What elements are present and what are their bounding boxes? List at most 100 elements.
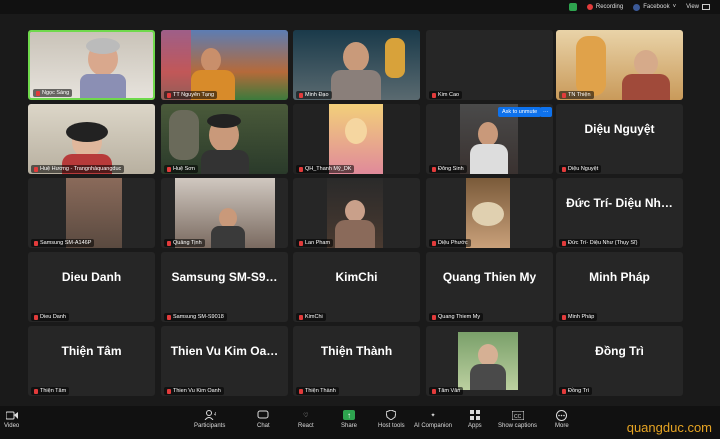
participant-display-name: Diệu Nguyệt — [584, 122, 655, 136]
participant-name: Huệ Hương - Trangnhàquangduc — [31, 165, 125, 173]
mic-muted-icon — [432, 240, 436, 246]
video-feed — [556, 30, 683, 100]
participant-tile[interactable]: Tâm Vân — [426, 326, 553, 396]
video-feed — [161, 30, 288, 100]
participant-display-name: Thien Vu Kim Oa… — [170, 344, 279, 358]
mic-muted-icon — [34, 166, 38, 172]
participant-name: Diệu Nguyệt — [559, 165, 602, 173]
participant-tile[interactable]: Huệ Sơn — [161, 104, 288, 174]
participant-name: KimChi — [296, 313, 326, 321]
meeting-toolbar: Video 45 Participants Chat ♡ React ↑ Sha… — [0, 406, 720, 439]
participant-tile[interactable]: Samsung SM-A146P — [28, 178, 155, 248]
participant-tile[interactable]: TT Nguyên Tạng — [161, 30, 288, 100]
participant-tile[interactable]: TN Thiện — [556, 30, 683, 100]
participant-tile[interactable]: QH_Thanh Mỹ_DK — [293, 104, 420, 174]
participant-tile[interactable]: Đức Trí- Diệu Nh… Đức Trí- Diệu Như (Thụ… — [556, 178, 683, 248]
mic-muted-icon — [432, 388, 436, 394]
mic-muted-icon — [299, 388, 303, 394]
participants-icon: 45 — [204, 410, 216, 420]
mic-muted-icon — [432, 92, 436, 98]
participant-tile[interactable]: Thiện Tâm Thiện Tâm — [28, 326, 155, 396]
mic-muted-icon — [562, 388, 566, 394]
participant-tile[interactable]: Quảng Tịnh — [161, 178, 288, 248]
mic-muted-icon — [562, 166, 566, 172]
heart-icon: ♡ — [303, 412, 309, 419]
video-grid: Ngọc Sáng TT Nguyên Tạng Minh Đạo Kim Ca… — [0, 0, 720, 405]
participant-name: TT Nguyên Tạng — [164, 91, 218, 99]
participant-display-name: Đức Trí- Diệu Nh… — [566, 196, 673, 210]
participant-tile[interactable]: Quang Thien My Quang Thiem My — [426, 252, 553, 322]
svg-text:CC: CC — [514, 414, 522, 420]
video-feed — [293, 104, 420, 174]
mic-muted-icon — [562, 240, 566, 246]
participant-display-name: Thiện Tâm — [61, 344, 122, 358]
participants-button[interactable]: 45 Participants — [194, 410, 225, 429]
chat-button[interactable]: Chat — [257, 410, 270, 429]
mic-muted-icon — [167, 166, 171, 172]
show-captions-button[interactable]: CC Show captions — [498, 410, 537, 429]
mic-muted-icon — [34, 388, 38, 394]
ask-to-unmute-button[interactable]: Ask to unmute — [498, 107, 542, 117]
video-feed — [327, 178, 383, 248]
participant-name: Đức Trí- Diệu Như (Thụy Sĩ) — [559, 239, 641, 247]
participant-name: Samsung SM-S9018 — [164, 313, 227, 321]
participant-name: Đông Sinh — [429, 165, 467, 173]
mic-muted-icon — [432, 314, 436, 320]
participant-tile[interactable]: Samsung SM-S9… Samsung SM-S9018 — [161, 252, 288, 322]
mic-muted-icon — [167, 92, 171, 98]
participant-tile[interactable]: Lan Pham — [293, 178, 420, 248]
participant-tile[interactable]: Kim Cao — [426, 30, 553, 100]
participant-name: Dieu Danh — [31, 313, 69, 321]
participant-tile[interactable]: Dieu Danh Dieu Danh — [28, 252, 155, 322]
participant-tile[interactable]: Diệu Nguyệt Diệu Nguyệt — [556, 104, 683, 174]
mic-muted-icon — [36, 90, 40, 96]
mic-muted-icon — [562, 314, 566, 320]
participant-name: Quang Thiem My — [429, 313, 484, 321]
mic-muted-icon — [562, 92, 566, 98]
react-button[interactable]: ♡ React — [298, 410, 314, 430]
participant-tile[interactable]: Đồng Trì Đồng Trì — [556, 326, 683, 396]
participant-name: Ngọc Sáng — [33, 89, 73, 97]
tile-more-options-button[interactable]: ··· — [540, 107, 552, 117]
participant-tile[interactable]: Minh Đạo — [293, 30, 420, 100]
share-button[interactable]: ↑ Share — [341, 410, 357, 429]
video-feed — [66, 178, 122, 248]
host-tools-button[interactable]: Host tools — [378, 410, 405, 429]
participant-name: Minh Pháp — [559, 313, 598, 321]
video-feed — [458, 332, 518, 390]
mic-muted-icon — [34, 240, 38, 246]
participant-name: Kim Cao — [429, 91, 463, 99]
participant-tile[interactable]: Ngọc Sáng — [28, 30, 155, 100]
watermark: quangduc.com — [626, 420, 712, 435]
participant-tile[interactable]: Diệu Phước — [426, 178, 553, 248]
participant-display-name: Minh Pháp — [589, 270, 650, 284]
participant-display-name: Dieu Danh — [61, 270, 122, 284]
participant-tile[interactable]: Thien Vu Kim Oa… Thien Vu Kim Oanh — [161, 326, 288, 396]
participant-display-name: Thiện Thành — [320, 344, 393, 358]
participant-tile[interactable]: KimChi KimChi — [293, 252, 420, 322]
participant-display-name: Đồng Trì — [595, 344, 644, 358]
participant-name: Minh Đạo — [296, 91, 332, 99]
video-feed — [293, 30, 420, 100]
participant-name: Diệu Phước — [429, 239, 471, 247]
participant-name: TN Thiện — [559, 91, 594, 99]
participant-tile[interactable]: Thiện Thành Thiện Thành — [293, 326, 420, 396]
more-button[interactable]: More — [555, 409, 569, 429]
apps-button[interactable]: Apps — [468, 410, 482, 429]
mic-muted-icon — [299, 92, 303, 98]
chat-icon — [257, 410, 269, 420]
more-dots-icon — [556, 409, 568, 421]
apps-grid-icon — [469, 410, 481, 420]
sparkle-icon: ✦ — [430, 412, 436, 419]
participant-tile[interactable]: Minh Pháp Minh Pháp — [556, 252, 683, 322]
video-feed — [28, 104, 155, 174]
video-button[interactable]: Video — [4, 410, 19, 429]
participant-name: Quảng Tịnh — [164, 239, 205, 247]
video-camera-icon — [5, 410, 18, 420]
participant-tile[interactable]: Huệ Hương - Trangnhàquangduc — [28, 104, 155, 174]
ai-companion-button[interactable]: ✦ AI Companion — [414, 410, 452, 430]
participant-name: Tâm Vân — [429, 387, 464, 395]
mic-muted-icon — [167, 314, 171, 320]
mic-muted-icon — [432, 166, 436, 172]
participant-name: Thiện Tâm — [31, 387, 70, 395]
